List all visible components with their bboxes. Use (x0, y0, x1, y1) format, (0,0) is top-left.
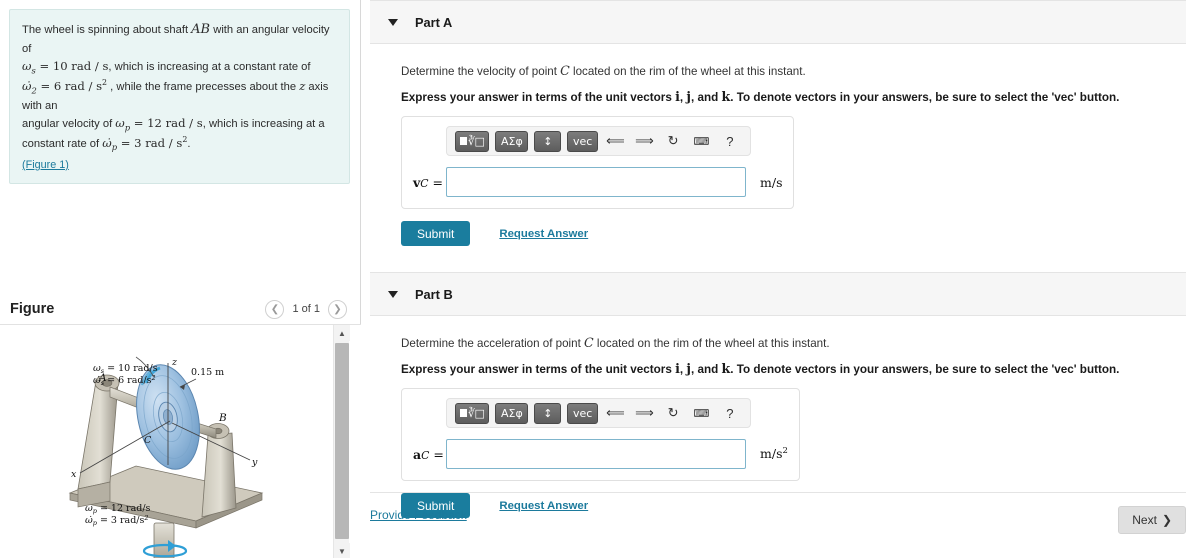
redo-arrow-icon[interactable]: ⟹ (635, 133, 654, 150)
part-b-units: m/s2 (760, 446, 788, 462)
triangle-down-icon[interactable] (388, 290, 398, 298)
part-b-input-row: aC = m/s2 (413, 439, 788, 469)
label-axis-x: x (71, 469, 77, 480)
problem-line-2: ωs = 10 rad / s, which is increasing at … (22, 58, 311, 76)
part-b-question-pre: Determine the acceleration of point (401, 337, 585, 350)
page-footer: Provide Feedback Next ❯ (370, 492, 1186, 558)
part-b-sep2: , and (690, 363, 722, 376)
vec-button[interactable]: vec (567, 402, 598, 424)
part-b-label: Part B (415, 286, 453, 302)
help-icon[interactable]: ? (722, 405, 738, 422)
problem-line-3: ω̇2 = 6 rad / s2 , while the frame prece… (22, 77, 329, 112)
label-axis-y: y (251, 457, 258, 468)
figure-scrollbar[interactable]: ▲ ▼ (333, 325, 350, 558)
problem-line-4: angular velocity of (22, 117, 116, 130)
part-a-input-row: vC = m/s (413, 167, 782, 197)
part-a-label: Part A (415, 14, 453, 30)
part-b-instr-a: Express your answer in terms of the unit… (401, 363, 676, 376)
part-b-body: Determine the acceleration of point C lo… (361, 335, 1200, 518)
part-b-question: Determine the acceleration of point C lo… (401, 335, 1200, 350)
part-a-variable-label: vC = (413, 174, 443, 190)
vec-button[interactable]: vec (567, 130, 598, 152)
problem-line-5: constant rate of (22, 137, 103, 150)
part-a-body: Determine the velocity of point C locate… (361, 63, 1200, 246)
label-radius: 0.15 m (191, 367, 224, 378)
part-b-question-var: C (584, 335, 594, 350)
part-a-submit-button[interactable]: Submit (401, 221, 471, 246)
problem-line-1-prefix: The wheel is spinning about shaft (22, 24, 192, 36)
figure-counter: 1 of 1 (292, 303, 320, 315)
keyboard-icon[interactable]: ⌨ (693, 405, 710, 422)
part-b-variable-label: aC = (413, 446, 444, 462)
part-b-instr-b: . To denote vectors in your answers, be … (730, 363, 1120, 376)
part-b-answer-box: ∛□ ΑΣφ ↕ vec ⟸ ⟹ ↻ ⌨ ? aC = m/s2 (401, 388, 800, 481)
greek-symbols-button[interactable]: ΑΣφ (495, 130, 529, 152)
part-a-question: Determine the velocity of point C locate… (401, 63, 1200, 78)
unit-vector-k: k (721, 361, 731, 376)
part-a-answer-box: ∛□ ΑΣφ ↕ vec ⟸ ⟹ ↻ ⌨ ? vC = m/s (401, 116, 795, 209)
label-point-c: C (144, 435, 152, 446)
chevron-right-icon: ❯ (1161, 513, 1172, 527)
part-b-header[interactable]: Part B (370, 272, 1186, 316)
part-a-sep2: , and (690, 91, 722, 104)
part-b-block: Part B Determine the acceleration of poi… (361, 272, 1200, 518)
greek-symbols-button[interactable]: ΑΣφ (495, 402, 529, 424)
undo-arrow-icon[interactable]: ⟸ (606, 133, 625, 150)
part-a-submit-row: Submit Request Answer (401, 221, 1200, 246)
figure-diagram: ωs = 10 rad/s ω̇s = 6 rad/s2 0.15 m ωp =… (68, 356, 264, 558)
next-button[interactable]: Next ❯ (1118, 506, 1186, 534)
scroll-down-icon[interactable]: ▼ (334, 543, 350, 558)
figure-panel-title: Figure (10, 301, 55, 317)
figure-viewport: ωs = 10 rad/s ω̇s = 6 rad/s2 0.15 m ωp =… (0, 324, 361, 558)
part-a-question-pre: Determine the velocity of point (401, 65, 561, 78)
part-a-math-toolbar: ∛□ ΑΣφ ↕ vec ⟸ ⟹ ↻ ⌨ ? (446, 126, 751, 156)
part-a-question-var: C (560, 63, 570, 78)
shaft-label-ab: AB (191, 22, 211, 37)
reset-circle-icon[interactable]: ↻ (665, 133, 681, 150)
label-axis-z: z (171, 357, 178, 368)
undo-arrow-icon[interactable]: ⟸ (606, 405, 625, 422)
keyboard-icon[interactable]: ⌨ (693, 133, 710, 150)
part-b-instruction: Express your answer in terms of the unit… (401, 361, 1200, 376)
label-point-b: B (218, 412, 227, 424)
template-icon[interactable]: ∛□ (455, 402, 490, 424)
part-a-instruction: Express your answer in terms of the unit… (401, 89, 1200, 104)
part-a-answer-input[interactable] (446, 167, 746, 197)
template-icon[interactable]: ∛□ (455, 130, 490, 152)
part-a-request-answer-link[interactable]: Request Answer (499, 228, 588, 240)
part-b-math-toolbar: ∛□ ΑΣφ ↕ vec ⟸ ⟹ ↻ ⌨ ? (446, 398, 751, 428)
triangle-down-icon[interactable] (388, 18, 398, 26)
problem-statement-text: The wheel is spinning about shaft AB wit… (22, 20, 337, 173)
part-a-instr-a: Express your answer in terms of the unit… (401, 91, 676, 104)
reset-circle-icon[interactable]: ↻ (665, 405, 681, 422)
fraction-button[interactable]: ↕ (534, 130, 562, 152)
redo-arrow-icon[interactable]: ⟹ (635, 405, 654, 422)
figure-panel-header: Figure ❮ 1 of 1 ❯ (0, 295, 361, 323)
part-a-units: m/s (760, 174, 783, 190)
figure-navigation: ❮ 1 of 1 ❯ (265, 299, 347, 319)
label-omega-p-dot: ω̇p = 3 rad/s2 (85, 514, 149, 527)
unit-vector-k: k (721, 89, 731, 104)
problem-statement-box: The wheel is spinning about shaft AB wit… (9, 9, 350, 185)
part-a-instr-b: . To denote vectors in your answers, be … (730, 91, 1120, 104)
next-button-label: Next (1132, 513, 1157, 527)
help-icon[interactable]: ? (722, 133, 738, 150)
part-b-question-post: located on the rim of the wheel at this … (593, 337, 830, 350)
scroll-thumb[interactable] (335, 343, 349, 539)
chevron-right-icon[interactable]: ❯ (328, 299, 347, 319)
scroll-up-icon[interactable]: ▲ (334, 325, 350, 341)
part-b-answer-input[interactable] (446, 439, 746, 469)
part-a-header[interactable]: Part A (370, 0, 1186, 44)
label-point-a: A (98, 372, 107, 384)
right-panel: Part A Determine the velocity of point C… (361, 0, 1200, 558)
provide-feedback-link[interactable]: Provide Feedback (370, 508, 467, 522)
assignment-page: The wheel is spinning about shaft AB wit… (0, 0, 1200, 558)
left-panel: The wheel is spinning about shaft AB wit… (0, 0, 361, 558)
figure-1-link[interactable]: (Figure 1) (22, 157, 69, 173)
part-a-question-post: located on the rim of the wheel at this … (569, 65, 806, 78)
fraction-button[interactable]: ↕ (534, 402, 562, 424)
part-a-block: Part A Determine the velocity of point C… (361, 0, 1200, 246)
chevron-left-icon[interactable]: ❮ (265, 299, 285, 319)
